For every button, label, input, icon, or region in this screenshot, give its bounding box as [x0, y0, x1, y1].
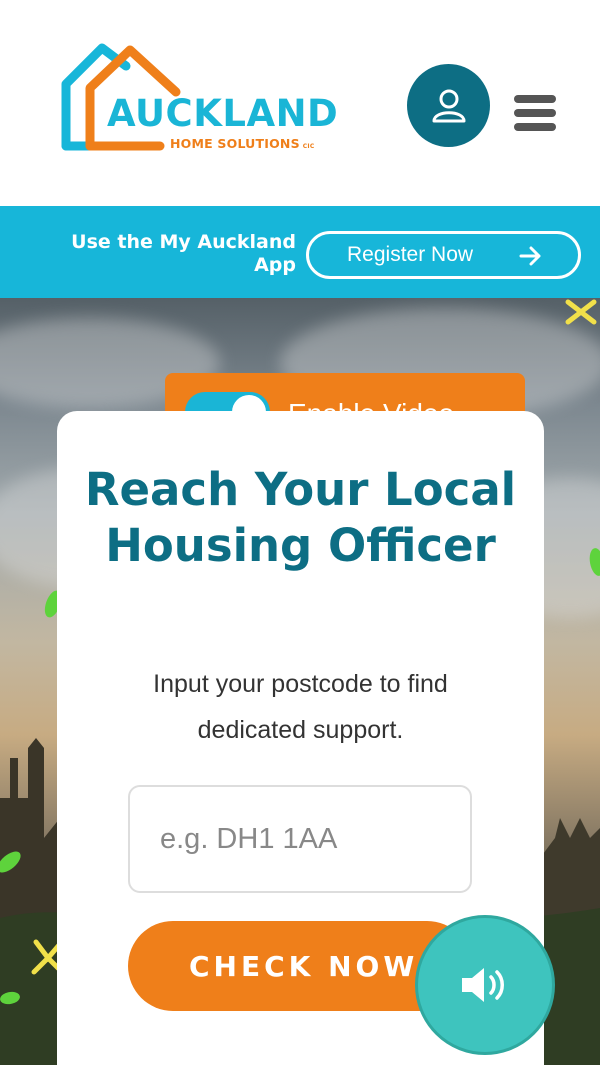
logo-tagline: HOME SOLUTIONS CIC: [170, 136, 315, 151]
card-description: Input your postcode to find dedicated su…: [153, 670, 448, 744]
register-now-button[interactable]: Register Now: [306, 231, 581, 279]
site-header: AUCKLAND HOME SOLUTIONS CIC: [0, 0, 600, 206]
butterfly-icon: [565, 299, 597, 325]
register-now-label: Register Now: [347, 243, 474, 266]
card-title: Reach Your Local Housing Officer: [84, 463, 517, 572]
logo-wordmark: AUCKLAND: [107, 92, 339, 135]
arrow-right-icon: [519, 246, 541, 266]
speaker-volume-icon: [462, 968, 504, 1002]
page: AUCKLAND HOME SOLUTIONS CIC Use the My Au…: [0, 0, 600, 1065]
postcode-input[interactable]: [128, 785, 472, 893]
user-icon: [432, 89, 465, 122]
hamburger-menu-icon[interactable]: [514, 95, 558, 135]
app-promo-text: Use the My Auckland App: [71, 231, 296, 276]
audio-button[interactable]: [415, 915, 555, 1055]
account-button[interactable]: [407, 64, 490, 147]
site-logo[interactable]: AUCKLAND HOME SOLUTIONS CIC: [60, 40, 338, 158]
